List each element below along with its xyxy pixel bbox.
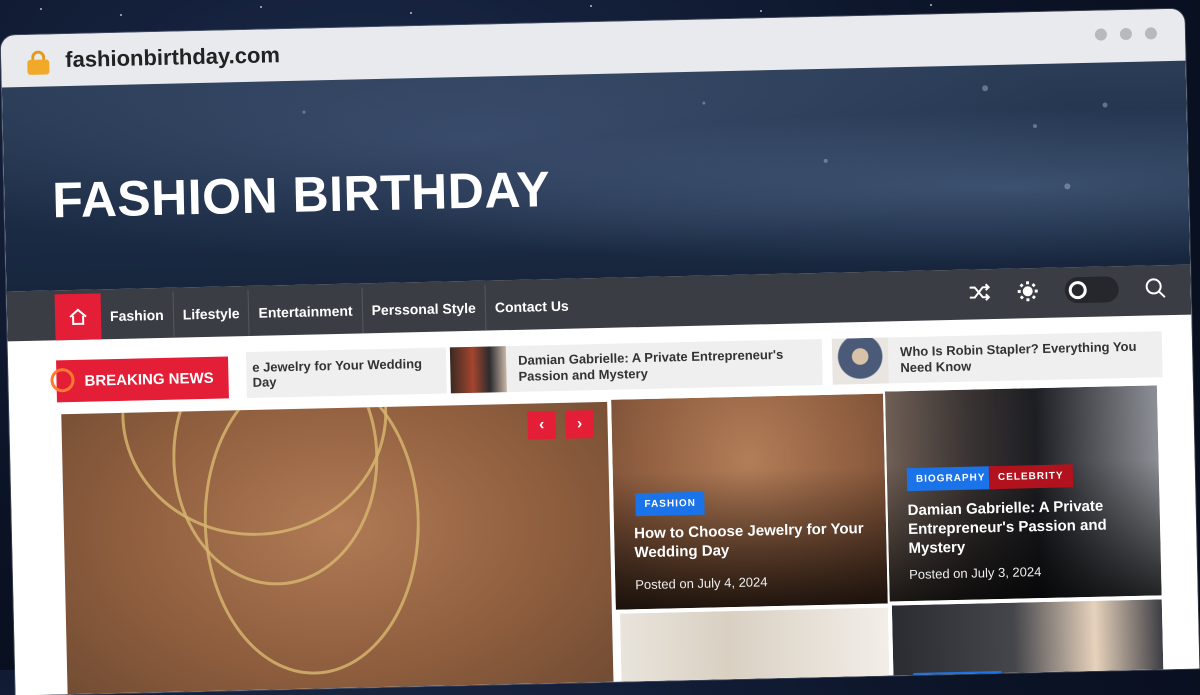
ticker-item[interactable]: e Jewelry for Your Wedding Day <box>246 347 447 398</box>
ticker-thumbnail <box>450 346 507 393</box>
nav-item-personal-style[interactable]: Perssonal Style <box>362 285 486 334</box>
category-badge[interactable]: BIOGRAPHY <box>913 671 1001 695</box>
nav-menu: Fashion Lifestyle Entertainment Perssona… <box>101 282 579 339</box>
slider-next-button[interactable]: › <box>565 410 594 439</box>
slider-controls: ‹ › <box>527 410 594 439</box>
nav-item-contact-us[interactable]: Contact Us <box>485 282 578 330</box>
window-menu-dots-icon[interactable] <box>1095 27 1157 40</box>
slider-prev-button[interactable]: ‹ <box>527 411 556 440</box>
nav-item-lifestyle[interactable]: Lifestyle <box>173 290 250 338</box>
breaking-news-label: BREAKING NEWS <box>56 356 229 402</box>
browser-window: fashionbirthday.com FASHION BIRTHDAY Fas… <box>1 9 1200 695</box>
home-icon <box>68 307 88 327</box>
category-badge[interactable]: FASHION <box>635 492 705 517</box>
post-card[interactable]: BIOGRAPHY <box>892 599 1164 695</box>
category-badge[interactable]: CELEBRITY <box>989 464 1073 489</box>
post-card[interactable]: BIOGRAPHY CELEBRITY Damian Gabrielle: A … <box>885 385 1162 601</box>
ticker-item[interactable]: Who Is Robin Stapler? Everything You Nee… <box>832 331 1163 384</box>
home-button[interactable] <box>55 293 102 340</box>
nav-item-entertainment[interactable]: Entertainment <box>249 287 363 336</box>
shuffle-icon[interactable] <box>969 282 991 302</box>
post-title[interactable]: Damian Gabrielle: A Private Entrepreneur… <box>907 496 1128 558</box>
web-page: FASHION BIRTHDAY Fashion Lifestyle Enter… <box>2 61 1199 695</box>
search-icon[interactable] <box>1144 277 1166 299</box>
header-banner: FASHION BIRTHDAY <box>2 61 1190 292</box>
post-card[interactable]: FASHION How to Choose Jewelry for Your W… <box>611 394 888 610</box>
post-date: Posted on July 3, 2024 <box>909 564 1042 582</box>
ticker-item[interactable]: Damian Gabrielle: A Private Entrepreneur… <box>450 339 823 393</box>
post-title[interactable]: How to Choose Jewelry for Your Wedding D… <box>634 519 865 562</box>
dark-mode-toggle[interactable] <box>1064 276 1119 303</box>
featured-slider[interactable]: ‹ › <box>61 402 614 695</box>
site-title[interactable]: FASHION BIRTHDAY <box>52 160 551 229</box>
post-date: Posted on July 4, 2024 <box>635 574 768 592</box>
category-badge[interactable]: BIOGRAPHY <box>907 466 995 491</box>
nav-item-fashion[interactable]: Fashion <box>101 292 175 340</box>
address-bar-url[interactable]: fashionbirthday.com <box>65 42 280 73</box>
necklace-chain-graphic <box>200 402 423 677</box>
post-card[interactable] <box>620 608 890 695</box>
nav-tools <box>968 275 1167 305</box>
ticker-thumbnail <box>832 337 889 384</box>
lock-icon <box>27 50 49 72</box>
signal-icon <box>50 368 75 393</box>
brightness-icon[interactable] <box>1016 280 1038 302</box>
